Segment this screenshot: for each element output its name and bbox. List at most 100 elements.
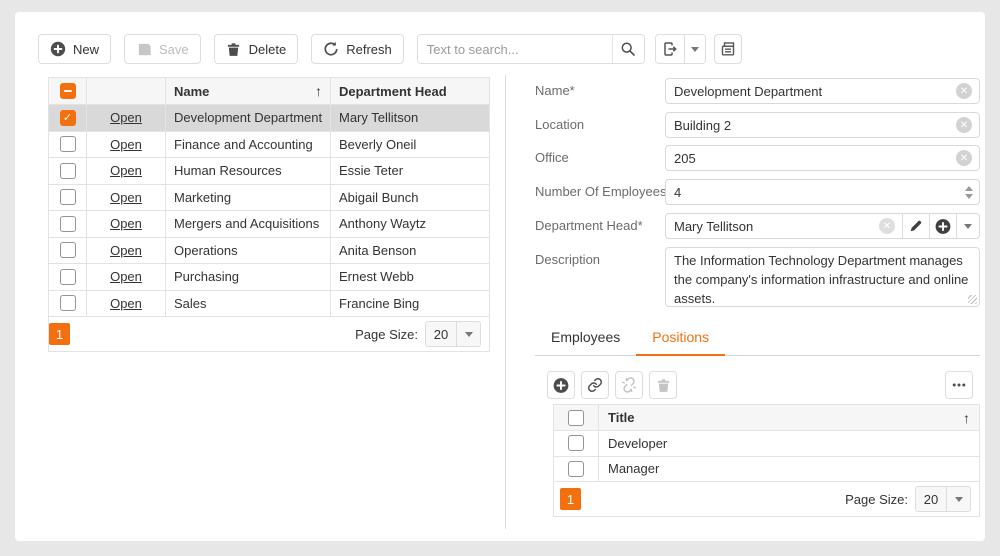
row-checkbox[interactable]: [60, 136, 76, 152]
row-checkbox[interactable]: [568, 435, 584, 451]
title-cell: Developer: [599, 431, 979, 456]
spin-down-icon[interactable]: [965, 194, 973, 199]
command-column-header: [87, 78, 166, 104]
page-size-select[interactable]: 20: [915, 486, 971, 512]
spin-up-icon[interactable]: [965, 186, 973, 191]
form-row-head: Department Head* Mary Tellitson ✕: [535, 213, 980, 239]
more-options-button[interactable]: [945, 371, 973, 399]
clear-icon[interactable]: ✕: [956, 150, 972, 166]
number-of-employees-stepper[interactable]: 4: [665, 179, 980, 205]
page-size-caret-button[interactable]: [456, 322, 480, 346]
chevron-down-icon: [964, 224, 972, 229]
title-column-header[interactable]: Title ↑: [599, 405, 979, 430]
panel-splitter[interactable]: [505, 75, 506, 529]
select-all-header-cell[interactable]: [49, 78, 87, 104]
spinner-buttons[interactable]: [959, 180, 979, 204]
positions-toolbar: [547, 371, 973, 399]
page-size-label: Page Size:: [355, 327, 418, 342]
search-input[interactable]: [418, 35, 612, 63]
grid-header-row: Name ↑ Department Head: [49, 77, 489, 104]
head-field-label: Department Head*: [535, 213, 665, 239]
select-all-checkbox[interactable]: [60, 83, 76, 99]
delete-button[interactable]: Delete: [214, 34, 299, 64]
location-field-value: Building 2: [666, 118, 956, 133]
tab-employees[interactable]: Employees: [535, 324, 636, 356]
row-checkbox[interactable]: ✓: [60, 110, 76, 126]
resize-grip-icon[interactable]: [968, 295, 977, 304]
positions-select-all-cell[interactable]: [554, 405, 599, 430]
open-link[interactable]: Open: [110, 216, 142, 231]
open-link[interactable]: Open: [110, 269, 142, 284]
row-checkbox[interactable]: [60, 242, 76, 258]
open-link[interactable]: Open: [110, 163, 142, 178]
department-head-column-header[interactable]: Department Head: [331, 78, 489, 104]
table-row[interactable]: Manager: [554, 457, 979, 483]
save-icon: [136, 41, 152, 57]
tab-positions[interactable]: Positions: [636, 324, 725, 356]
link-button[interactable]: [581, 371, 609, 399]
table-row[interactable]: Open Mergers and Acquisitions Anthony Wa…: [49, 210, 489, 237]
table-row[interactable]: Open Finance and Accounting Beverly Onei…: [49, 131, 489, 158]
table-row[interactable]: Open Human Resources Essie Teter: [49, 157, 489, 184]
ellipsis-icon: [951, 377, 967, 393]
search-button[interactable]: [612, 35, 644, 63]
row-checkbox[interactable]: [60, 269, 76, 285]
column-chooser-icon: [720, 41, 736, 57]
table-row[interactable]: Open Operations Anita Benson: [49, 237, 489, 264]
clear-icon[interactable]: ✕: [956, 83, 972, 99]
table-row[interactable]: Developer: [554, 431, 979, 457]
app-window: New Save Delete Refresh: [0, 0, 1000, 556]
page-1-button[interactable]: 1: [560, 488, 581, 510]
dropdown-button[interactable]: [956, 214, 979, 238]
select-all-checkbox[interactable]: [568, 410, 584, 426]
description-textarea[interactable]: The Information Technology Department ma…: [665, 247, 980, 307]
search-box: [417, 34, 645, 64]
name-column-header[interactable]: Name ↑: [166, 78, 331, 104]
table-row[interactable]: Open Sales Francine Bing: [49, 290, 489, 317]
page-size-caret-button[interactable]: [946, 487, 970, 511]
detail-tabs: Employees Positions: [535, 324, 980, 356]
delete-position-button[interactable]: [649, 371, 677, 399]
open-link[interactable]: Open: [110, 137, 142, 152]
save-button[interactable]: Save: [124, 34, 201, 64]
new-button[interactable]: New: [38, 34, 111, 64]
export-options-button[interactable]: [684, 35, 705, 63]
page-1-button[interactable]: 1: [49, 323, 70, 345]
row-checkbox[interactable]: [60, 295, 76, 311]
employees-field-label: Number Of Employees: [535, 179, 665, 205]
export-button[interactable]: [656, 35, 684, 63]
office-field[interactable]: 205 ✕: [665, 145, 980, 171]
main-panel: New Save Delete Refresh: [15, 12, 985, 541]
title-cell: Manager: [599, 457, 979, 482]
sort-ascending-icon: ↑: [315, 84, 322, 98]
department-head-field[interactable]: Mary Tellitson ✕: [665, 213, 980, 239]
refresh-button[interactable]: Refresh: [311, 34, 404, 64]
open-link[interactable]: Open: [110, 296, 142, 311]
row-checkbox[interactable]: [568, 461, 584, 477]
table-row[interactable]: ✓ Open Development Department Mary Telli…: [49, 104, 489, 131]
open-link[interactable]: Open: [110, 110, 142, 125]
head-cell: Essie Teter: [331, 158, 489, 184]
open-link[interactable]: Open: [110, 190, 142, 205]
row-checkbox[interactable]: [60, 163, 76, 179]
location-field[interactable]: Building 2 ✕: [665, 112, 980, 138]
edit-button[interactable]: [902, 214, 929, 238]
clear-icon[interactable]: ✕: [879, 218, 895, 234]
row-checkbox[interactable]: [60, 216, 76, 232]
clear-icon[interactable]: ✕: [956, 117, 972, 133]
open-link[interactable]: Open: [110, 243, 142, 258]
new-button-label: New: [73, 42, 99, 57]
add-position-button[interactable]: [547, 371, 575, 399]
table-row[interactable]: Open Purchasing Ernest Webb: [49, 263, 489, 290]
add-button[interactable]: [929, 214, 956, 238]
column-chooser-button[interactable]: [714, 34, 742, 64]
head-cell: Ernest Webb: [331, 264, 489, 290]
page-size-select[interactable]: 20: [425, 321, 481, 347]
table-row[interactable]: Open Marketing Abigail Bunch: [49, 184, 489, 211]
name-field[interactable]: Development Department ✕: [665, 78, 980, 104]
delete-button-label: Delete: [249, 42, 287, 57]
name-column-label: Name: [174, 84, 209, 99]
head-cell: Abigail Bunch: [331, 185, 489, 211]
unlink-button[interactable]: [615, 371, 643, 399]
row-checkbox[interactable]: [60, 189, 76, 205]
